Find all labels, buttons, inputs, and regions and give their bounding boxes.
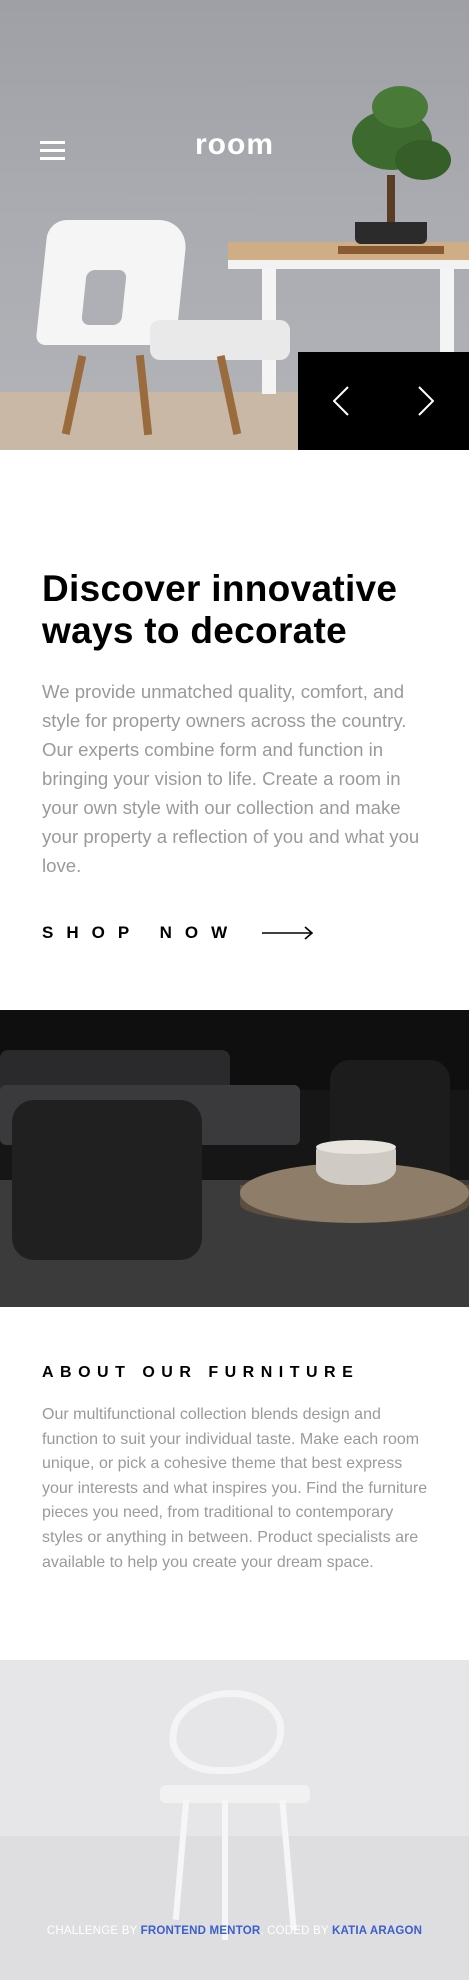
chair-back [165, 1690, 289, 1774]
table-frame [228, 260, 469, 269]
about-body: Our multifunctional collection blends de… [42, 1406, 428, 1571]
bonsai-trunk [387, 175, 395, 225]
about-title: ABOUT OUR FURNITURE [42, 1364, 360, 1381]
hero-image: room [0, 0, 469, 450]
logo[interactable]: room [0, 128, 469, 162]
attribution-prefix: CHALLENGE BY [46, 1925, 138, 1937]
discover-title: Discover innovative ways to decorate [42, 568, 398, 651]
dark-interior-image [0, 1010, 469, 1307]
slider-controls [298, 352, 469, 450]
chevron-left-icon [332, 386, 349, 416]
chair-seat [150, 320, 290, 360]
bowl-rim [316, 1140, 396, 1154]
bonsai-pot [355, 222, 427, 244]
about-section: ABOUT OUR FURNITURE Our multifunctional … [0, 1307, 469, 1660]
page: room Discover innovative ways to decorat… [0, 0, 469, 1980]
bonsai-tray [338, 246, 444, 254]
chair-cutout [81, 270, 127, 325]
shop-now-label: SHOP NOW [42, 923, 241, 942]
frontend-mentor-link[interactable]: FRONTEND MENTOR [141, 1925, 261, 1937]
discover-section: Discover innovative ways to decorate We … [0, 450, 469, 1010]
next-slide-button[interactable] [384, 352, 469, 450]
discover-body: We provide unmatched quality, comfort, a… [42, 681, 420, 876]
attribution: CHALLENGE BY FRONTEND MENTOR. CODED BY K… [0, 1925, 469, 1937]
armchair [12, 1100, 202, 1260]
bonsai-foliage [372, 86, 428, 128]
author-link[interactable]: KATIA ARAGON [332, 1925, 422, 1937]
chevron-right-icon [418, 386, 435, 416]
shop-now-button[interactable]: SHOP NOW [42, 918, 314, 948]
floor [0, 1836, 469, 1980]
arrow-right-icon [262, 926, 314, 940]
previous-slide-button[interactable] [298, 352, 384, 450]
attribution-middle: . CODED BY [260, 1925, 329, 1937]
chair-leg [222, 1800, 228, 1940]
